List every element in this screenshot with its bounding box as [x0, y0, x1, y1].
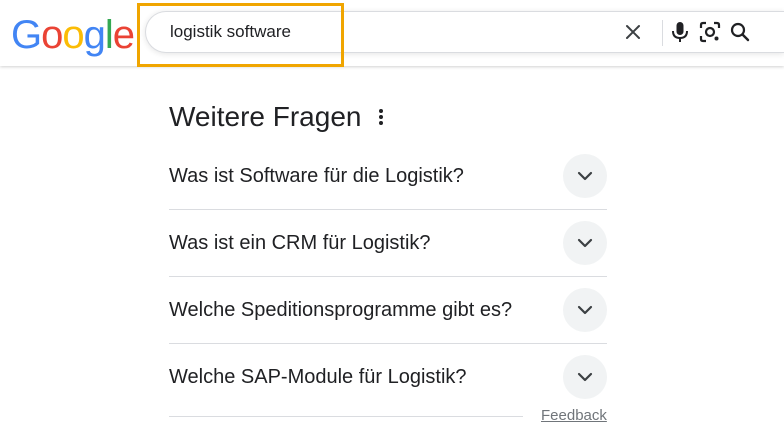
chevron-down-icon[interactable]	[563, 288, 607, 332]
question-text: Was ist Software für die Logistik?	[169, 165, 464, 187]
header-bar: Google	[0, 0, 784, 66]
feedback-divider	[169, 416, 523, 417]
question-text: Welche SAP-Module für Logistik?	[169, 366, 467, 388]
search-input[interactable]	[170, 12, 550, 52]
google-logo[interactable]: Google	[11, 13, 135, 57]
chevron-down-icon[interactable]	[563, 221, 607, 265]
logo-letter: g	[83, 13, 106, 57]
clear-icon[interactable]	[620, 19, 646, 45]
chevron-down-icon[interactable]	[563, 355, 607, 399]
logo-letter: e	[112, 13, 135, 57]
feedback-link[interactable]: Feedback	[541, 407, 607, 425]
related-questions-list: Was ist Software für die Logistik? Was i…	[169, 143, 607, 410]
question-item[interactable]: Was ist ein CRM für Logistik?	[169, 210, 607, 277]
question-item[interactable]: Was ist Software für die Logistik?	[169, 143, 607, 210]
search-divider	[662, 20, 663, 46]
question-item[interactable]: Welche SAP-Module für Logistik?	[169, 344, 607, 410]
question-text: Welche Speditionsprogramme gibt es?	[169, 299, 513, 321]
logo-letter: l	[104, 13, 114, 57]
lens-icon[interactable]	[697, 19, 723, 45]
search-icon[interactable]	[727, 19, 753, 45]
section-title: Weitere Fragen	[169, 101, 362, 132]
logo-letter: o	[62, 13, 84, 57]
question-item[interactable]: Welche Speditionsprogramme gibt es?	[169, 277, 607, 344]
logo-letter: G	[11, 13, 42, 57]
question-text: Was ist ein CRM für Logistik?	[169, 232, 431, 254]
chevron-down-icon[interactable]	[563, 154, 607, 198]
logo-letter: o	[41, 13, 63, 57]
more-options-icon[interactable]	[369, 104, 393, 130]
microphone-icon[interactable]	[667, 19, 693, 45]
